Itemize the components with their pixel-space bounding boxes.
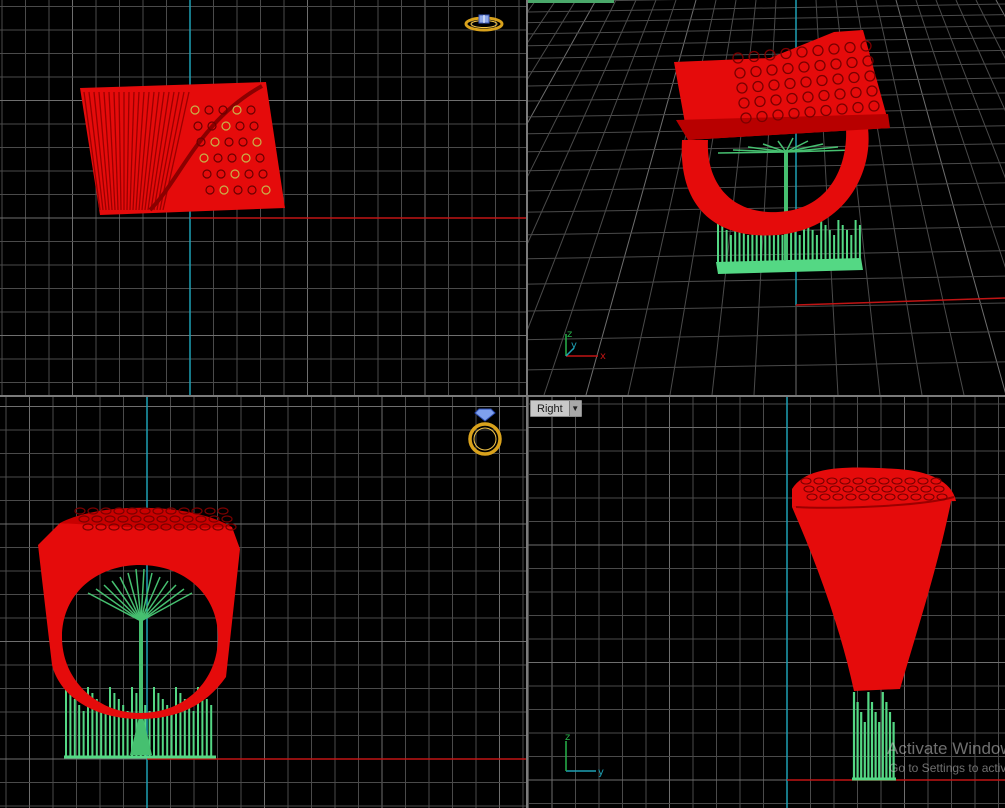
right-viewport[interactable]: Right ▼ y z Activate Windows Go to Setti… (528, 397, 1005, 808)
grid-line (528, 275, 1005, 285)
grid-line (528, 0, 557, 43)
triangle-down-icon[interactable]: ▼ (568, 401, 581, 416)
hex-cell (204, 507, 216, 515)
hex-cell (217, 507, 229, 515)
ring-band (681, 128, 869, 236)
axis-y-label: y (598, 767, 604, 778)
support-branch (140, 592, 193, 622)
axis-z-label: z (565, 733, 570, 743)
support-branch (87, 592, 142, 622)
top-viewport[interactable] (0, 0, 526, 395)
grid-line (995, 0, 1005, 18)
grid-line (528, 25, 1005, 35)
axis-triad-icon: y z (565, 733, 604, 778)
grid-line (528, 14, 1005, 24)
viewport-name-label: Right (537, 402, 563, 415)
watermark-title: Activate Windows (887, 739, 1005, 758)
top-view-canvas[interactable] (0, 0, 526, 395)
activate-windows-watermark: Activate Windows Go to Settings to activ… (887, 738, 1005, 776)
support-branch (111, 580, 142, 622)
perspective-viewport[interactable]: x z y (528, 0, 1005, 395)
grid-line (528, 203, 1005, 213)
viewport-name-tab[interactable]: Right ▼ (530, 400, 582, 417)
grid-line (528, 37, 1005, 47)
hex-cell (221, 515, 233, 523)
support-base (716, 258, 863, 274)
front-view-canvas[interactable] (0, 397, 526, 808)
grid-line (975, 0, 1005, 59)
axis-z-label: z (567, 329, 572, 340)
watermark-subtitle: Go to Settings to activate Windows. (889, 761, 1005, 775)
grid-line (528, 3, 1005, 13)
selection-bar (528, 0, 614, 3)
grid-line (528, 182, 1005, 192)
grid-line (915, 0, 1005, 268)
grid-line (935, 0, 1005, 179)
axis-triad-icon: x z y (565, 329, 606, 362)
grid-line (528, 0, 537, 12)
grid-line (955, 0, 1005, 112)
grid-line (528, 302, 1005, 312)
axis-y-label: y (571, 340, 577, 351)
axis-x-label: x (600, 351, 606, 362)
front-viewport[interactable] (0, 397, 526, 808)
